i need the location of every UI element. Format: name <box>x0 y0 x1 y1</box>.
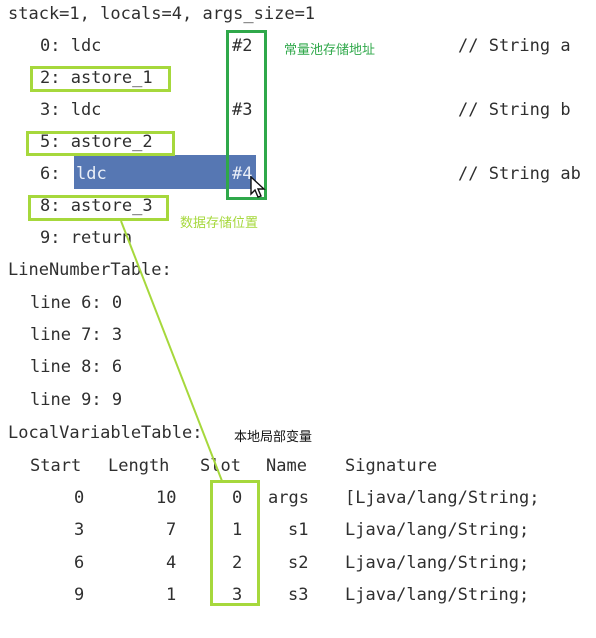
astore-2-annotation-box <box>26 131 175 156</box>
table-cell-signature: Ljava/lang/String; <box>345 553 530 573</box>
line-number-row: line 8: 6 <box>30 357 123 377</box>
table-cell-start: 0 <box>74 488 85 508</box>
instruction-6-prefix: 6: <box>40 164 61 184</box>
table-cell-length: 10 <box>156 488 177 508</box>
callout-line <box>120 220 223 482</box>
table-cell-name: s2 <box>288 553 309 573</box>
table-cell-signature: [Ljava/lang/String; <box>345 488 540 508</box>
table-cell-signature: Ljava/lang/String; <box>345 585 530 605</box>
local-variable-table-title: LocalVariableTable: <box>8 423 203 443</box>
instruction-3-comment: // String b <box>458 100 571 120</box>
table-cell-signature: Ljava/lang/String; <box>345 520 530 540</box>
table-cell-name: s1 <box>288 520 309 540</box>
table-cell-start: 3 <box>74 520 85 540</box>
constant-pool-reference-box <box>226 30 267 200</box>
instruction-6-opcode[interactable]: ldc <box>76 164 107 184</box>
table-cell-name: args <box>268 488 309 508</box>
column-header-start: Start <box>30 456 82 476</box>
line-number-row: line 7: 3 <box>30 325 123 345</box>
column-header-length: Length <box>108 456 170 476</box>
column-header-name: Name <box>266 456 307 476</box>
instruction-6-comment: // String ab <box>458 164 581 184</box>
constant-pool-annotation: 常量池存储地址 <box>284 43 376 58</box>
column-header-signature: Signature <box>345 456 438 476</box>
line-number-row: line 6: 0 <box>30 293 123 313</box>
line-number-row: line 9: 9 <box>30 390 123 410</box>
stack-info-header: stack=1, locals=4, args_size=1 <box>8 4 316 24</box>
storage-location-annotation: 数据存储位置 <box>180 216 259 231</box>
line-number-table-title: LineNumberTable: <box>8 260 172 280</box>
column-header-slot: Slot <box>200 456 241 476</box>
astore-3-annotation-box <box>28 195 169 221</box>
instruction-0-comment: // String a <box>458 36 571 56</box>
table-cell-length: 7 <box>166 520 177 540</box>
instruction-0-label: 0: ldc <box>40 36 102 56</box>
local-variables-annotation: 本地局部变量 <box>234 430 313 445</box>
mouse-pointer-icon <box>250 176 266 198</box>
table-cell-start: 6 <box>74 553 85 573</box>
instruction-9-label: 9: return <box>40 228 133 248</box>
instruction-3-label: 3: ldc <box>40 100 102 120</box>
table-cell-start: 9 <box>74 585 85 605</box>
table-cell-length: 1 <box>166 585 177 605</box>
astore-1-annotation-box <box>30 66 171 92</box>
table-cell-length: 4 <box>166 553 177 573</box>
table-cell-name: s3 <box>288 585 309 605</box>
slot-column-annotation-box <box>210 480 260 606</box>
